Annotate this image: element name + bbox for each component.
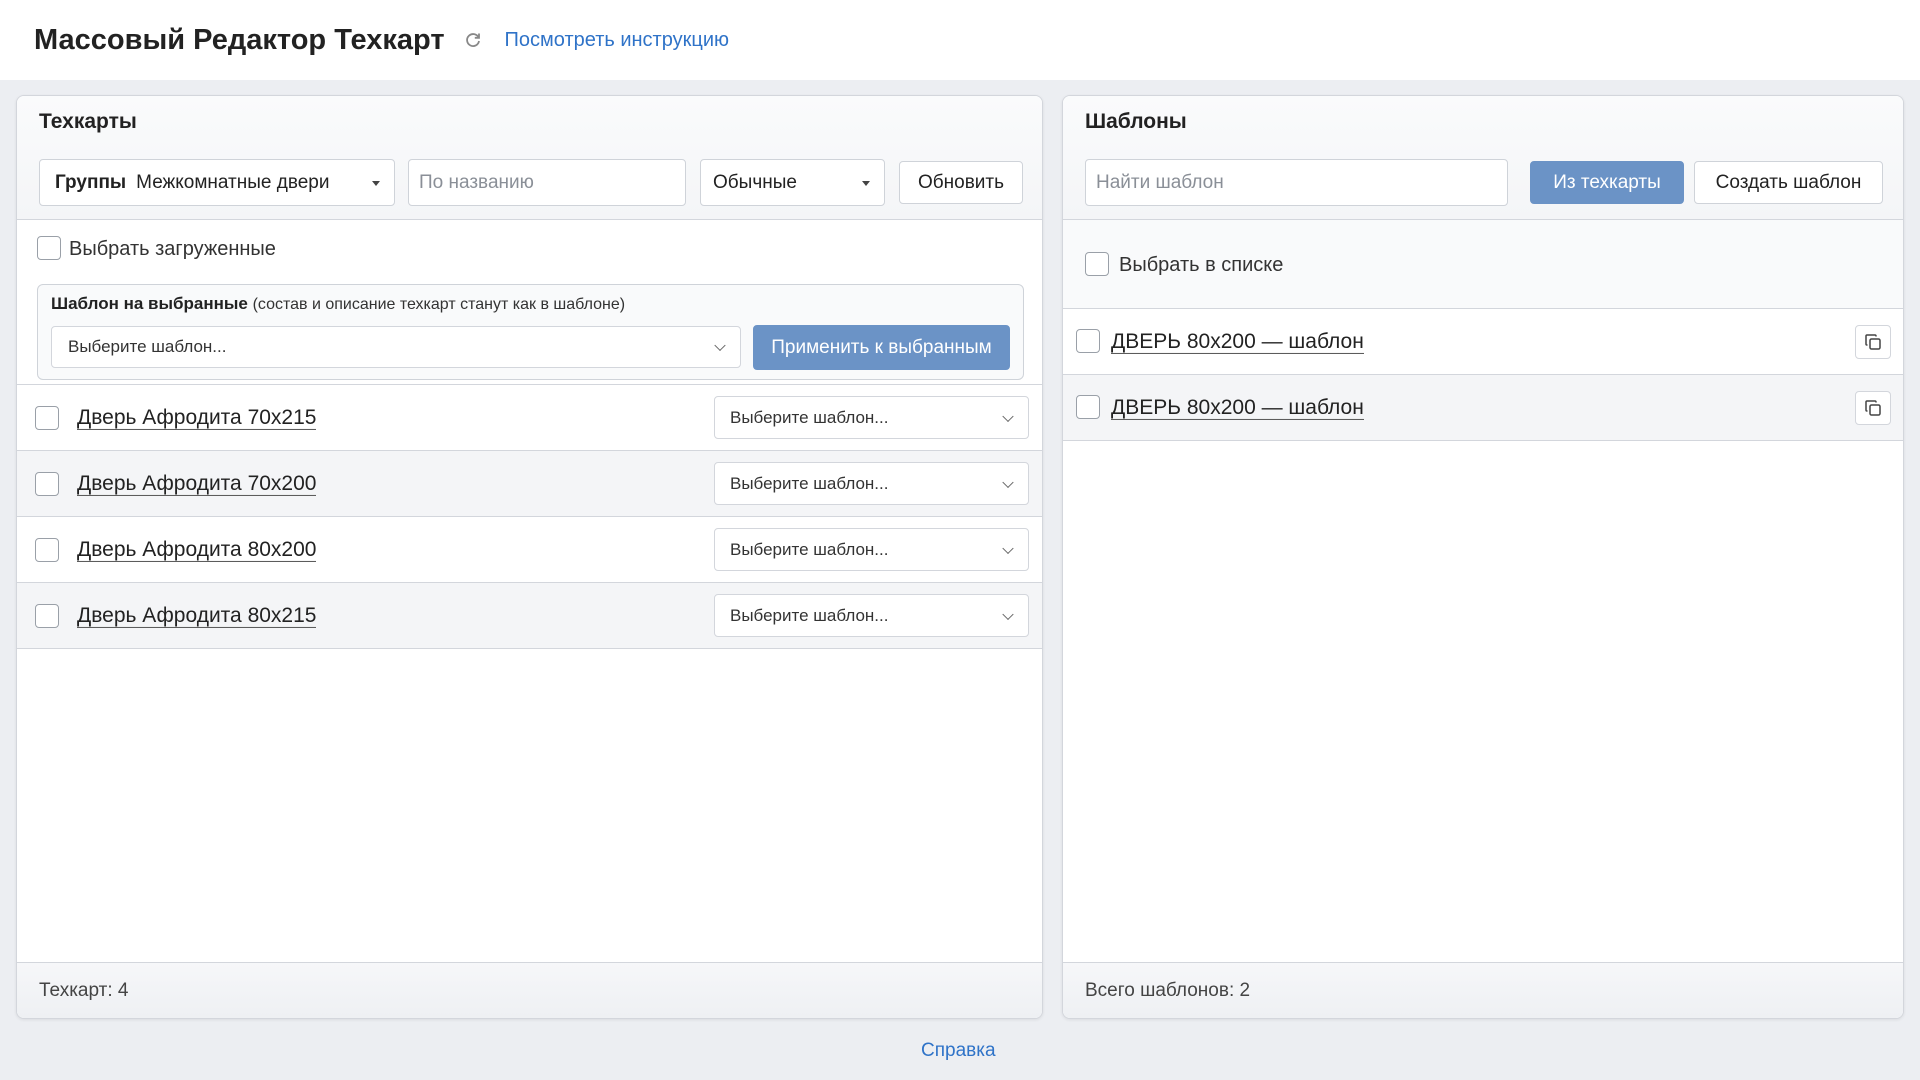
techcard-template-select[interactable]: Выберите шаблон... — [714, 594, 1029, 637]
name-filter-placeholder: По названию — [419, 171, 534, 193]
template-name-link[interactable]: ДВЕРЬ 80х200 — шаблон — [1111, 395, 1364, 420]
techcard-row: Дверь Афродита 70х200 Выберите шаблон... — [17, 451, 1042, 517]
type-value: Обычные — [713, 171, 797, 193]
techcard-template-select[interactable]: Выберите шаблон... — [714, 396, 1029, 439]
techcards-panel: Техкарты Группы Межкомнатные двери По на… — [16, 95, 1043, 1019]
templates-count: Всего шаблонов: 2 — [1063, 962, 1903, 1018]
groups-label: Группы — [55, 171, 127, 193]
bulk-template-placeholder: Выберите шаблон... — [68, 337, 227, 356]
name-filter-input[interactable]: По названию — [408, 159, 686, 206]
bulk-actions: Выбрать загруженные Шаблон на выбранные … — [17, 220, 1042, 385]
template-search-placeholder: Найти шаблон — [1096, 171, 1224, 193]
refresh-icon[interactable] — [463, 30, 483, 50]
chevron-down-icon — [1002, 410, 1014, 422]
caret-down-icon — [372, 181, 380, 186]
template-checkbox[interactable] — [1076, 329, 1100, 353]
templates-panel: Шаблоны Найти шаблон Из техкарты Создать… — [1062, 95, 1904, 1019]
refresh-button[interactable]: Обновить — [899, 161, 1023, 204]
chevron-down-icon — [1002, 476, 1014, 488]
chevron-down-icon — [714, 339, 726, 352]
template-row: ДВЕРЬ 80х200 — шаблон — [1063, 375, 1903, 441]
techcard-checkbox[interactable] — [35, 604, 59, 628]
techcard-row: Дверь Афродита 70х215 Выберите шаблон... — [17, 385, 1042, 451]
techcard-name-link[interactable]: Дверь Афродита 70х200 — [77, 471, 317, 496]
help-link[interactable]: Справка — [921, 1040, 996, 1062]
bulk-template-select[interactable]: Выберите шаблон... — [51, 326, 741, 368]
bulk-template-title: Шаблон на выбранные (состав и описание т… — [51, 294, 625, 314]
chevron-down-icon — [1002, 608, 1014, 620]
techcard-template-select[interactable]: Выберите шаблон... — [714, 528, 1029, 571]
techcard-template-placeholder: Выберите шаблон... — [730, 539, 889, 559]
techcard-row: Дверь Афродита 80х215 Выберите шаблон... — [17, 583, 1042, 649]
techcard-checkbox[interactable] — [35, 406, 59, 430]
templates-panel-title: Шаблоны — [1085, 110, 1187, 133]
instructions-link[interactable]: Посмотреть инструкцию — [505, 29, 729, 52]
techcard-checkbox[interactable] — [35, 472, 59, 496]
chevron-down-icon — [1002, 542, 1014, 554]
create-template-button[interactable]: Создать шаблон — [1694, 161, 1883, 204]
select-in-list-checkbox[interactable] — [1085, 252, 1109, 276]
templates-select-bar: Выбрать в списке — [1063, 220, 1903, 309]
techcard-template-placeholder: Выберите шаблон... — [730, 605, 889, 625]
techcards-count: Техкарт: 4 — [17, 962, 1042, 1018]
bulk-template-box: Шаблон на выбранные (состав и описание т… — [37, 284, 1024, 380]
copy-icon[interactable] — [1855, 390, 1891, 425]
groups-select[interactable]: Группы Межкомнатные двери — [39, 159, 395, 206]
from-techcard-button[interactable]: Из техкарты — [1530, 161, 1684, 204]
techcard-name-link[interactable]: Дверь Афродита 70х215 — [77, 405, 317, 430]
template-row: ДВЕРЬ 80х200 — шаблон — [1063, 309, 1903, 375]
techcards-panel-title: Техкарты — [39, 110, 137, 133]
page-title: Массовый Редактор Техкарт — [34, 23, 445, 56]
apply-to-selected-button[interactable]: Применить к выбранным — [753, 325, 1010, 370]
techcards-panel-header: Техкарты Группы Межкомнатные двери По на… — [17, 96, 1042, 220]
techcard-row: Дверь Афродита 80х200 Выберите шаблон... — [17, 517, 1042, 583]
template-name-link[interactable]: ДВЕРЬ 80х200 — шаблон — [1111, 329, 1364, 354]
bulk-template-title-bold: Шаблон на выбранные — [51, 294, 248, 313]
techcard-name-link[interactable]: Дверь Афродита 80х200 — [77, 537, 317, 562]
select-loaded-label: Выбрать загруженные — [69, 238, 276, 260]
templates-panel-header: Шаблоны Найти шаблон Из техкарты Создать… — [1063, 96, 1903, 220]
select-in-list-label: Выбрать в списке — [1119, 254, 1284, 276]
caret-down-icon — [862, 181, 870, 186]
template-search-input[interactable]: Найти шаблон — [1085, 159, 1508, 206]
select-loaded-checkbox[interactable] — [37, 236, 61, 260]
techcard-template-placeholder: Выберите шаблон... — [730, 473, 889, 493]
type-select[interactable]: Обычные — [700, 159, 885, 206]
template-checkbox[interactable] — [1076, 395, 1100, 419]
techcard-name-link[interactable]: Дверь Афродита 80х215 — [77, 603, 317, 628]
groups-value: Межкомнатные двери — [136, 171, 330, 193]
bulk-template-note: (состав и описание техкарт станут как в … — [252, 296, 626, 313]
copy-icon[interactable] — [1855, 324, 1891, 359]
top-bar: Массовый Редактор Техкарт Посмотреть инс… — [0, 0, 1920, 80]
techcard-template-select[interactable]: Выберите шаблон... — [714, 462, 1029, 505]
techcard-template-placeholder: Выберите шаблон... — [730, 407, 889, 427]
techcard-checkbox[interactable] — [35, 538, 59, 562]
